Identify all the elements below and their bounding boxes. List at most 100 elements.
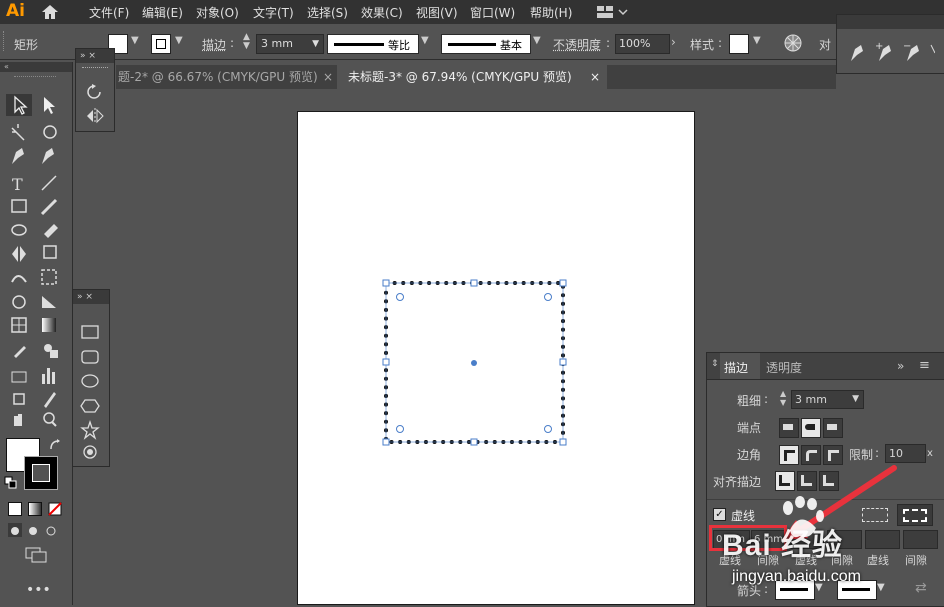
opacity-label[interactable]: 不透明度 — [553, 36, 601, 53]
grip-icon — [82, 67, 108, 70]
shape-tools-panel: » × — [72, 289, 110, 467]
round-cap-button[interactable] — [801, 418, 821, 438]
cap-label: 端点 — [737, 421, 762, 435]
svg-text:T: T — [12, 175, 23, 194]
chevron-down-icon[interactable]: ▼ — [877, 582, 885, 593]
tab-label: 题-2* @ 66.67% (CMYK/GPU 预览) — [118, 70, 318, 84]
stroke-label[interactable]: 描边 — [202, 36, 226, 53]
weight-field[interactable]: 3 mm ▼ — [791, 390, 864, 409]
none-mode-icon[interactable] — [48, 502, 62, 516]
menu-effect[interactable]: 效果(C) — [361, 4, 403, 21]
rotate-tools-panel: » × — [75, 48, 115, 132]
color-mode-icon[interactable] — [8, 502, 22, 516]
tab-label: 未标题-3* @ 67.94% (CMYK/GPU 预览) — [348, 70, 572, 84]
tab-stroke-label: 描边 — [724, 361, 749, 375]
brush-label: 基本 — [500, 39, 522, 52]
profile-label: 等比 — [388, 39, 410, 52]
menu-edit[interactable]: 编辑(E) — [142, 4, 183, 21]
menu-type[interactable]: 文字(T) — [253, 4, 294, 21]
home-icon[interactable] — [40, 3, 60, 21]
paw-icon — [783, 496, 824, 538]
svg-text:+: + — [875, 41, 883, 52]
colon: : — [230, 36, 235, 50]
stepper-icon[interactable]: ▲ ▼ — [780, 389, 786, 407]
projecting-cap-button[interactable] — [823, 418, 843, 438]
panel-header: » × — [76, 49, 114, 63]
variable-width-profile[interactable]: 等比 — [327, 34, 419, 54]
menu-bar: Ai 文件(F) 编辑(E) 对象(O) 文字(T) 选择(S) 效果(C) 视… — [0, 0, 944, 25]
weight-label: 粗细 — [737, 394, 762, 408]
drawing-mode-icons[interactable] — [8, 523, 66, 539]
reflect-icon[interactable] — [85, 107, 105, 125]
tab-transparency[interactable]: 透明度 — [766, 359, 802, 376]
rotate-icon[interactable] — [85, 83, 105, 101]
colon: : — [606, 36, 611, 50]
control-bar: 矩形 ▼ ▼ 描边 : ▲ ▼ 3 mm ▼ 等比 ▼ 基本 ▼ 不透明度 : 10… — [0, 24, 944, 60]
stroke-weight-field[interactable]: 3 mm ▼ — [256, 34, 324, 54]
screen-mode-icon[interactable] — [24, 546, 48, 564]
svg-text:−: − — [903, 41, 911, 52]
colon: : — [764, 392, 769, 406]
shape-tool-icons[interactable] — [79, 324, 103, 464]
menu-view[interactable]: 视图(V) — [416, 4, 458, 21]
align-stroke-label: 对齐描边 — [713, 475, 762, 489]
chevron-down-icon[interactable]: ▼ — [131, 35, 139, 46]
pen-tool-icons[interactable]: + − — [845, 39, 935, 63]
chevron-down-icon[interactable]: ▼ — [753, 35, 761, 46]
tools-panel: « T ••• — [0, 62, 73, 605]
tool-icons-grid[interactable]: T — [6, 92, 66, 432]
swap-fill-stroke-icon[interactable] — [48, 438, 62, 452]
default-colors-icon[interactable] — [4, 476, 18, 490]
dash-label-3: 虚线 — [867, 554, 889, 567]
chevron-right-icon[interactable]: › — [671, 35, 676, 49]
tab-stroke[interactable]: 描边 — [720, 353, 760, 379]
menu-object[interactable]: 对象(O) — [196, 4, 239, 21]
watermark-url: jingyan.baidu.com — [732, 568, 861, 585]
panel-options-icon[interactable]: ⇕ — [711, 359, 719, 369]
menu-file[interactable]: 文件(F) — [89, 4, 129, 21]
close-icon[interactable]: × — [323, 65, 333, 89]
object-type-label: 矩形 — [14, 38, 39, 52]
graphic-style-swatch[interactable] — [729, 34, 749, 54]
menu-window[interactable]: 窗口(W) — [470, 4, 515, 21]
menu-icon[interactable]: ≡ — [919, 358, 930, 373]
chevron-down-icon[interactable]: ▼ — [175, 35, 183, 46]
tab-document-3[interactable]: 未标题-3* @ 67.94% (CMYK/GPU 预览) × — [337, 65, 607, 89]
corner-label: 边角 — [737, 448, 762, 462]
tab-document-2[interactable]: 题-2* @ 66.67% (CMYK/GPU 预览) × — [116, 65, 337, 89]
align-label[interactable]: 对 — [819, 36, 831, 53]
gradient-mode-icon[interactable] — [28, 502, 42, 516]
menu-help[interactable]: 帮助(H) — [530, 4, 572, 21]
workspace-switcher-icon[interactable] — [596, 3, 628, 21]
panel-tabs: ⇕ 描边 透明度 » ≡ — [707, 353, 944, 380]
dashed-rectangle[interactable] — [380, 277, 570, 449]
chevron-down-icon[interactable]: ▼ — [533, 35, 541, 46]
more-tools-icon[interactable]: ••• — [26, 582, 51, 598]
style-label: 样式 — [690, 38, 715, 52]
brush-definition[interactable]: 基本 — [441, 34, 531, 54]
weight-value: 3 mm — [795, 393, 827, 406]
document-tab-bar: 题-2* @ 66.67% (CMYK/GPU 预览) × 未标题-3* @ 6… — [116, 65, 836, 89]
chevron-down-icon[interactable]: ▼ — [421, 35, 429, 46]
butt-cap-button[interactable] — [779, 418, 799, 438]
panel-header: » × — [73, 290, 109, 304]
stroke-weight-value: 3 mm — [261, 37, 293, 50]
app-logo: Ai — [6, 1, 25, 21]
panel-header — [837, 15, 944, 29]
stepper-icon[interactable]: ▲ ▼ — [243, 33, 250, 51]
panel-header: « — [0, 62, 72, 72]
colon: : — [718, 36, 723, 50]
recolor-artwork-icon[interactable] — [783, 33, 803, 53]
close-icon[interactable]: × — [590, 65, 600, 89]
stroke-color-swatch[interactable] — [24, 456, 58, 490]
grip-icon — [3, 31, 8, 51]
pen-tools-panel: + − — [836, 14, 944, 74]
collapse-icon[interactable]: » — [897, 359, 904, 373]
swap-arrowheads-icon[interactable]: ⇄ — [915, 580, 927, 596]
opacity-field[interactable]: 100% — [615, 34, 670, 54]
limit-unit: x — [927, 448, 933, 459]
menu-select[interactable]: 选择(S) — [307, 4, 348, 21]
gap-label-3: 间隙 — [905, 554, 927, 567]
stroke-swatch[interactable] — [151, 34, 171, 54]
grip-icon — [14, 76, 56, 77]
